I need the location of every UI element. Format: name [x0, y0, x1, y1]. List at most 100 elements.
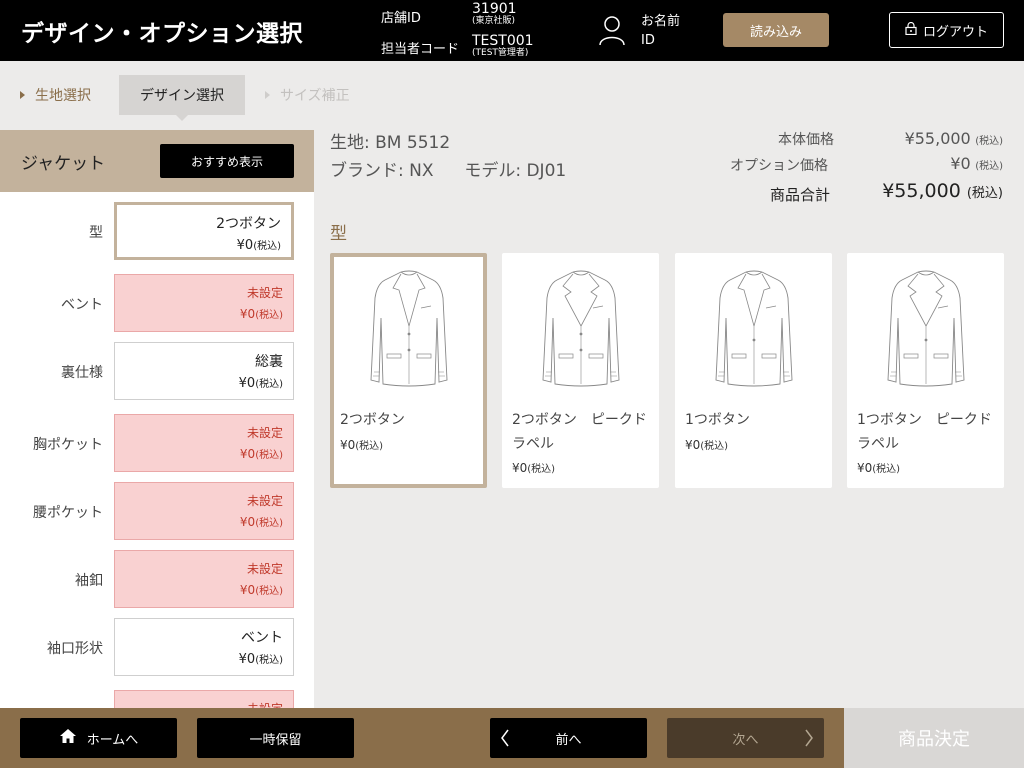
page-title: デザイン・オプション選択 — [21, 21, 303, 47]
staff-name: (TEST管理者) — [472, 48, 529, 58]
home-button[interactable]: ホームへ — [20, 718, 177, 758]
option-value-box[interactable]: 総裏 ¥0(税込) — [114, 342, 294, 400]
tax-label: (税込) — [975, 161, 1003, 172]
logout-button[interactable]: ログアウト — [889, 12, 1004, 48]
breadcrumb-step-fabric[interactable]: 生地選択 — [20, 75, 91, 115]
breadcrumb-step-label: デザイン選択 — [140, 88, 224, 104]
option-price-value: ¥0 — [238, 652, 256, 667]
chevron-right-icon — [804, 729, 814, 751]
option-label: 胸ポケット — [33, 437, 103, 453]
tax-label: (税込) — [700, 441, 729, 452]
tax-label: (税込) — [975, 136, 1003, 147]
option-value-box[interactable]: 未設定 — [114, 690, 294, 708]
option-price: ¥0(税込) — [240, 446, 283, 461]
option-label: 型 — [89, 225, 103, 241]
option-value-box[interactable]: ベント ¥0(税込) — [114, 618, 294, 676]
load-button[interactable]: 読み込み — [723, 13, 829, 47]
option-row-chest-pocket: 胸ポケット 未設定 ¥0(税込) — [0, 414, 314, 474]
brand-model-info: ブランド: NX モデル: DJ01 — [330, 156, 566, 181]
option-value: ベント — [241, 630, 283, 646]
store-name: (東京社販) — [472, 16, 516, 26]
design-card-one-button[interactable]: 1つボタン ¥0(税込) — [675, 253, 832, 488]
option-price-value: ¥0 — [950, 154, 971, 173]
tax-label: (税込) — [255, 379, 283, 390]
hold-button-label: 一時保留 — [249, 732, 302, 748]
breadcrumb-step-size: サイズ補正 — [265, 75, 350, 115]
option-price: ¥0(税込) — [240, 582, 283, 597]
option-price-label: オプション価格 — [730, 158, 828, 174]
prev-button[interactable]: 前へ — [490, 718, 647, 758]
option-row-cut: 型 2つボタン ¥0(税込) — [0, 202, 314, 262]
design-card-name: 2つボタン ピークドラペル — [512, 412, 647, 452]
design-card-one-button-peaked[interactable]: 1つボタン ピークドラペル ¥0(税込) — [847, 253, 1004, 488]
user-icon — [598, 14, 626, 46]
design-card-two-button-peaked[interactable]: 2つボタン ピークドラペル ¥0(税込) — [502, 253, 659, 488]
option-row-next: 未設定 — [0, 690, 314, 708]
home-icon — [59, 728, 77, 748]
option-price-value: ¥0 — [239, 583, 256, 597]
option-label: 袖釦 — [75, 573, 103, 589]
design-card-price-value: ¥0 — [340, 438, 356, 452]
option-label: ベント — [61, 297, 103, 313]
design-card-price: ¥0(税込) — [685, 437, 728, 452]
app-header: デザイン・オプション選択 店舗ID 31901 (東京社販) 担当者コード TE… — [0, 0, 1024, 61]
option-value-box[interactable]: 2つボタン ¥0(税込) — [114, 202, 294, 260]
sidebar-header: ジャケット おすすめ表示 — [0, 130, 314, 192]
option-price-value: ¥0 — [236, 238, 254, 253]
load-button-label: 読み込み — [749, 24, 802, 40]
triangle-right-icon — [265, 91, 270, 99]
staff-code-label: 担当者コード — [381, 42, 460, 57]
tax-label: (税込) — [966, 186, 1003, 201]
recommend-button-label: おすすめ表示 — [190, 154, 263, 169]
design-card-two-button[interactable]: 2つボタン ¥0(税込) — [330, 253, 487, 488]
option-label: 腰ポケット — [33, 505, 103, 521]
option-row-sleeve-button: 袖釦 未設定 ¥0(税込) — [0, 550, 314, 610]
base-price: ¥55,000 (税込) — [905, 129, 1003, 148]
base-price-label: 本体価格 — [778, 132, 834, 148]
section-title: 型 — [330, 224, 347, 244]
tax-label: (税込) — [253, 241, 281, 252]
option-value: 2つボタン — [216, 216, 281, 232]
design-card-name: 1つボタン ピークドラペル — [857, 412, 992, 452]
customer-name-label: お名前 — [641, 14, 681, 29]
option-value-box[interactable]: 未設定 ¥0(税込) — [114, 550, 294, 608]
customer-id-label: ID — [641, 33, 655, 48]
option-value-box[interactable]: 未設定 ¥0(税込) — [114, 482, 294, 540]
hold-button[interactable]: 一時保留 — [197, 718, 354, 758]
confirm-product-button: 商品決定 — [844, 708, 1024, 768]
design-card-price-value: ¥0 — [857, 461, 873, 475]
tax-label: (税込) — [255, 518, 283, 529]
next-button-label: 次へ — [732, 732, 759, 748]
option-price: ¥0(税込) — [237, 237, 281, 253]
option-value-box[interactable]: 未設定 ¥0(税込) — [114, 414, 294, 472]
design-card-name: 2つボタン — [340, 412, 405, 428]
option-value-box[interactable]: 未設定 ¥0(税込) — [114, 274, 294, 332]
lock-icon — [905, 21, 917, 39]
option-value: 未設定 — [246, 562, 283, 576]
design-card-name: 1つボタン — [685, 412, 750, 428]
design-card-price: ¥0(税込) — [512, 460, 555, 475]
model-label: モデル: — [464, 161, 522, 181]
recommend-button[interactable]: おすすめ表示 — [160, 144, 294, 178]
total-label: 商品合計 — [770, 186, 831, 204]
chevron-left-icon — [500, 729, 510, 751]
triangle-right-icon — [20, 91, 25, 99]
home-button-label: ホームへ — [86, 732, 139, 748]
option-value: 総裏 — [255, 354, 283, 370]
brand-value: NX — [409, 161, 434, 181]
tax-label: (税込) — [255, 655, 283, 666]
brand-label: ブランド: — [330, 161, 404, 181]
design-card-price-value: ¥0 — [685, 438, 701, 452]
tax-label: (税込) — [255, 310, 283, 321]
base-price-value: ¥55,000 — [904, 129, 971, 148]
option-sidebar: ジャケット おすすめ表示 型 2つボタン ¥0(税込) ベント 未設定 ¥0(税込) 裏仕様… — [0, 130, 314, 708]
option-value: 未設定 — [246, 286, 283, 300]
option-price: ¥0 (税込) — [950, 154, 1003, 173]
option-price-value: ¥0 — [239, 447, 256, 461]
breadcrumb-step-design[interactable]: デザイン選択 — [119, 75, 245, 121]
total-price: ¥55,000 (税込) — [882, 180, 1003, 202]
logout-button-label: ログアウト — [922, 24, 988, 40]
option-value: 未設定 — [246, 426, 283, 440]
option-label: 裏仕様 — [61, 365, 103, 381]
model-value: DJ01 — [526, 161, 567, 181]
